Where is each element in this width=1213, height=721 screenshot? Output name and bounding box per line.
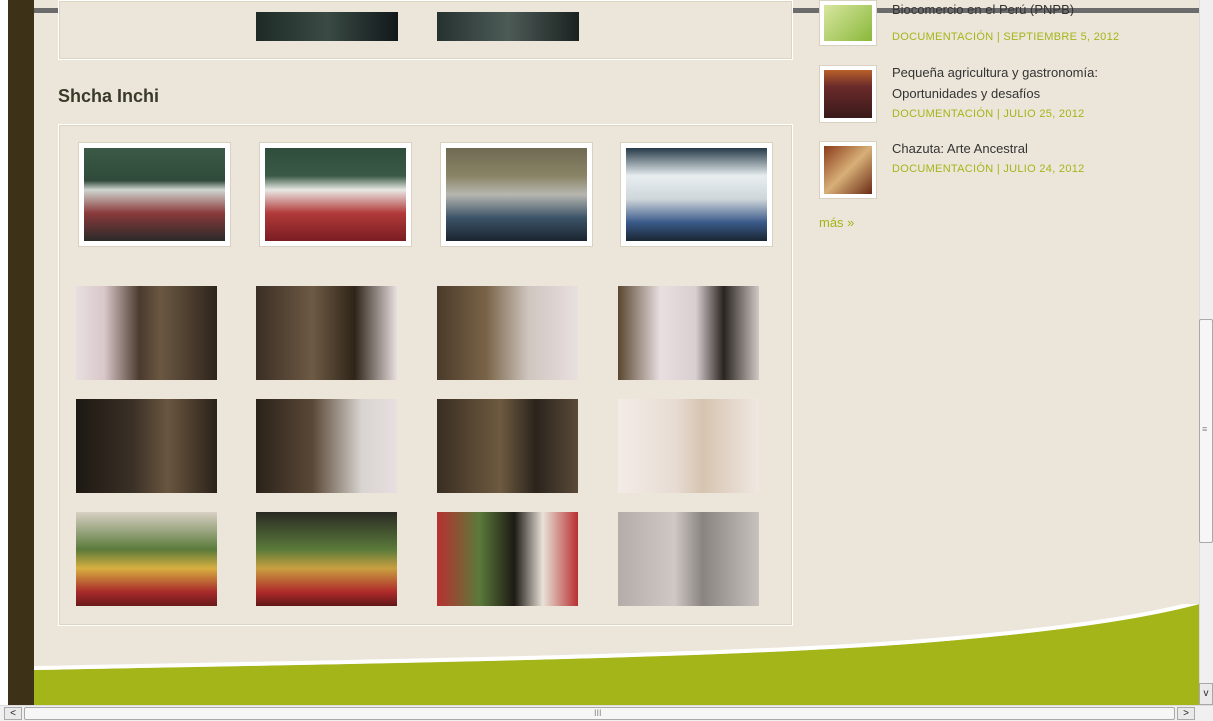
more-link[interactable]: más »: [819, 215, 854, 230]
footer-wave: [34, 604, 1199, 705]
gallery-photo[interactable]: [259, 142, 412, 247]
gallery-photo[interactable]: [256, 512, 397, 606]
post-title-link[interactable]: Oportunidades y desafíos: [892, 83, 1040, 104]
gallery-photo[interactable]: [437, 286, 578, 380]
gallery-photo[interactable]: [618, 512, 759, 606]
scroll-down-arrow-icon[interactable]: v: [1199, 683, 1213, 705]
gallery-photo[interactable]: [618, 399, 759, 493]
gallery-photo[interactable]: [620, 142, 773, 247]
window-edge: [0, 0, 8, 705]
gallery-photo[interactable]: [437, 399, 578, 493]
scroll-grip-icon: ≡: [1202, 424, 1208, 434]
post-meta: DOCUMENTACIÓN | JULIO 25, 2012: [892, 108, 1085, 120]
scroll-right-arrow-icon[interactable]: >: [1177, 707, 1195, 720]
gallery-photo[interactable]: [440, 142, 593, 247]
post-thumbnail[interactable]: [819, 141, 877, 199]
post-meta: DOCUMENTACIÓN | SEPTIEMBRE 5, 2012: [892, 31, 1120, 43]
previous-gallery-box: [58, 0, 793, 60]
post-thumbnail[interactable]: [819, 65, 877, 123]
gallery-photo[interactable]: [256, 12, 398, 41]
post-title-link[interactable]: Biocomercio en el Perú (PNPB): [892, 4, 1074, 16]
gallery-photo[interactable]: [76, 399, 217, 493]
scroll-left-arrow-icon[interactable]: <: [4, 707, 22, 720]
scroll-grip-icon: III: [594, 708, 602, 718]
gallery-title: Shcha Inchi: [58, 86, 160, 106]
gallery-photo[interactable]: [78, 142, 231, 247]
gallery-photo[interactable]: [618, 286, 759, 380]
gallery-photo[interactable]: [256, 286, 397, 380]
post-title-link[interactable]: Chazuta: Arte Ancestral: [892, 138, 1028, 159]
post-meta: DOCUMENTACIÓN | JULIO 24, 2012: [892, 163, 1085, 175]
gallery-photo[interactable]: [256, 399, 397, 493]
gallery-photo[interactable]: [437, 12, 579, 41]
gallery-photo[interactable]: [76, 512, 217, 606]
page-left-border: [8, 0, 34, 705]
gallery-photo[interactable]: [437, 512, 578, 606]
gallery-photo[interactable]: [76, 286, 217, 380]
post-thumbnail[interactable]: [819, 0, 877, 46]
post-title-link[interactable]: Pequeña agricultura y gastronomía:: [892, 62, 1098, 83]
